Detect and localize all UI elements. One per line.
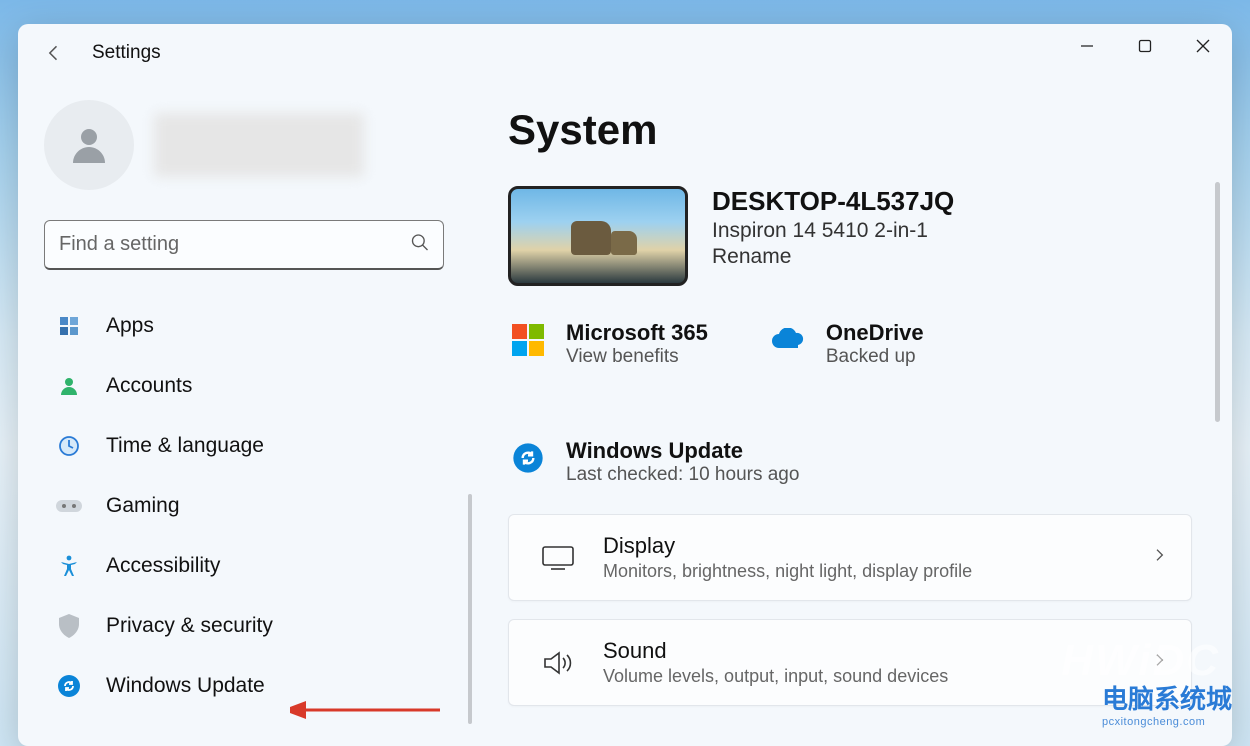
page-title: System <box>508 106 1192 154</box>
nav-list: Apps Accounts Time & language <box>44 296 458 716</box>
sidebar-item-time-language[interactable]: Time & language <box>44 416 458 476</box>
device-info: DESKTOP-4L537JQ Inspiron 14 5410 2-in-1 … <box>712 186 954 269</box>
card-title: Display <box>603 533 972 559</box>
update-icon <box>54 671 84 701</box>
nav-label: Privacy & security <box>106 614 273 638</box>
tile-title: Windows Update <box>566 438 799 464</box>
cloud-icon <box>768 320 808 360</box>
back-button[interactable] <box>36 35 72 71</box>
sidebar: Apps Accounts Time & language <box>18 82 468 746</box>
close-button[interactable] <box>1174 24 1232 68</box>
card-subtitle: Volume levels, output, input, sound devi… <box>603 666 948 687</box>
device-model: Inspiron 14 5410 2-in-1 <box>712 219 954 243</box>
tile-onedrive[interactable]: OneDrive Backed up <box>768 320 924 368</box>
globe-clock-icon <box>54 431 84 461</box>
maximize-button[interactable] <box>1116 24 1174 68</box>
nav-label: Accounts <box>106 374 192 398</box>
search-wrap <box>44 220 444 270</box>
card-title: Sound <box>603 638 948 664</box>
titlebar: Settings <box>18 24 1232 82</box>
nav-label: Gaming <box>106 494 180 518</box>
main-panel: System DESKTOP-4L537JQ Inspiron 14 5410 … <box>468 82 1232 746</box>
monitor-icon <box>533 545 583 571</box>
tile-microsoft-365[interactable]: Microsoft 365 View benefits <box>508 320 708 368</box>
sidebar-item-accessibility[interactable]: Accessibility <box>44 536 458 596</box>
window-controls <box>1058 24 1232 68</box>
avatar <box>44 100 134 190</box>
microsoft-logo-icon <box>508 320 548 360</box>
tile-subtitle: Backed up <box>826 346 924 368</box>
gamepad-icon <box>54 491 84 521</box>
chevron-right-icon <box>1151 547 1167 568</box>
tile-windows-update[interactable]: Windows Update Last checked: 10 hours ag… <box>508 438 1192 486</box>
apps-icon <box>54 311 84 341</box>
rename-link[interactable]: Rename <box>712 245 954 269</box>
status-tiles: Microsoft 365 View benefits OneDrive Bac… <box>508 310 1192 486</box>
device-summary[interactable]: DESKTOP-4L537JQ Inspiron 14 5410 2-in-1 … <box>508 186 1192 286</box>
shield-icon <box>54 611 84 641</box>
card-sound[interactable]: Sound Volume levels, output, input, soun… <box>508 619 1192 706</box>
card-display[interactable]: Display Monitors, brightness, night ligh… <box>508 514 1192 601</box>
settings-window: Settings <box>18 24 1232 746</box>
device-name: DESKTOP-4L537JQ <box>712 186 954 217</box>
settings-cards: Display Monitors, brightness, night ligh… <box>508 514 1192 706</box>
user-profile-row[interactable] <box>44 100 458 190</box>
nav-label: Apps <box>106 314 154 338</box>
update-icon <box>508 438 548 478</box>
main-scrollbar[interactable] <box>1215 182 1220 422</box>
search-icon <box>410 233 430 258</box>
sidebar-item-windows-update[interactable]: Windows Update <box>44 656 458 716</box>
sidebar-item-accounts[interactable]: Accounts <box>44 356 458 416</box>
content-area: Apps Accounts Time & language <box>18 82 1232 746</box>
tile-title: Microsoft 365 <box>566 320 708 346</box>
person-icon <box>54 371 84 401</box>
nav-label: Windows Update <box>106 674 265 698</box>
nav-label: Time & language <box>106 434 264 458</box>
sidebar-item-privacy-security[interactable]: Privacy & security <box>44 596 458 656</box>
sidebar-item-apps[interactable]: Apps <box>44 296 458 356</box>
search-input[interactable] <box>44 220 444 270</box>
nav-label: Accessibility <box>106 554 220 578</box>
card-subtitle: Monitors, brightness, night light, displ… <box>603 561 972 582</box>
chevron-right-icon <box>1151 652 1167 673</box>
tile-subtitle: Last checked: 10 hours ago <box>566 464 799 486</box>
speaker-icon <box>533 649 583 677</box>
sidebar-item-gaming[interactable]: Gaming <box>44 476 458 536</box>
device-thumbnail <box>508 186 688 286</box>
app-title: Settings <box>92 42 161 64</box>
minimize-button[interactable] <box>1058 24 1116 68</box>
tile-title: OneDrive <box>826 320 924 346</box>
accessibility-icon <box>54 551 84 581</box>
user-name-redacted <box>154 113 364 177</box>
tile-subtitle: View benefits <box>566 346 708 368</box>
